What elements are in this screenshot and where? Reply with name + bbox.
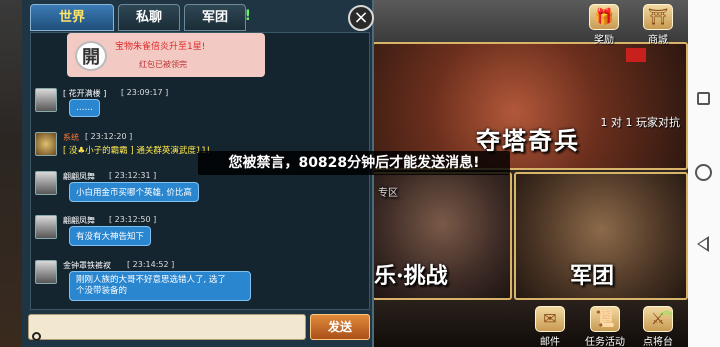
reward-button[interactable]: 🎁 奖励 (582, 4, 626, 46)
android-nav-bar (688, 0, 720, 347)
tab-legion-label: 军团 (201, 10, 228, 25)
back-icon[interactable] (697, 236, 709, 252)
task-label: 任务活动 (585, 337, 625, 347)
home-icon[interactable] (695, 164, 712, 181)
close-icon[interactable]: × (348, 5, 374, 31)
message-bubble: 刚刚人族的大哥不好意思选错人了, 选了 个没带装备的 (69, 271, 251, 301)
message-line1: 刚刚人族的大哥不好意思选错人了, 选了 (76, 275, 226, 285)
army-title: 军团 (570, 263, 615, 289)
sender-name[interactable]: [ 花开满楼 ] (63, 88, 106, 99)
notice-line1: 宝物朱雀倍炎升至1星! (115, 42, 206, 52)
mail-icon: ✉ (535, 306, 565, 332)
sender-name[interactable]: 金钟罩铁裤衩 (63, 260, 111, 271)
recents-icon[interactable] (697, 92, 710, 105)
mute-toast: 您被禁言，80828分钟后才能发送消息! (198, 151, 510, 175)
mail-button[interactable]: ✉ 邮件 (528, 306, 572, 347)
challenge-subtitle: 专区 (378, 188, 398, 199)
chat-tabs: 世界 私聊 军团 ! (30, 4, 251, 31)
general-label: 点将台 (643, 337, 673, 347)
shop-icon: ⛩ (643, 4, 673, 30)
avatar[interactable] (35, 215, 57, 239)
alert-icon: ! (244, 8, 251, 24)
sender-name[interactable]: 翩翩凤舞 (63, 171, 95, 182)
timestamp: [ 23:09:17 ] (121, 88, 169, 97)
send-button[interactable]: 发送 (310, 314, 370, 340)
timestamp: [ 23:12:31 ] (109, 171, 157, 180)
flag-decoration (626, 48, 646, 62)
system-notice: 開 宝物朱雀倍炎升至1星! 红包已被领完 (67, 33, 265, 77)
system-avatar (35, 132, 57, 156)
task-button[interactable]: 📜 任务活动 (580, 306, 630, 347)
tab-world[interactable]: 世界 (30, 4, 114, 31)
general-button[interactable]: ⚔ 点将台 (636, 306, 680, 347)
task-icon: 📜 (590, 306, 620, 332)
reward-label: 奖励 (594, 35, 614, 46)
shop-label: 商城 (648, 35, 668, 46)
message-bubble: 有没有大神告知下 (69, 226, 152, 246)
challenge-panel[interactable]: 专区 乐·挑战 (372, 172, 512, 300)
message-line2: 个没带装备的 (76, 286, 128, 296)
open-badge-icon: 開 (75, 41, 107, 71)
mail-label: 邮件 (540, 337, 560, 347)
cursor-icon (32, 332, 41, 341)
system-message: [ 没♣小子的霸霸 ] 通关群英演武度11! (63, 146, 211, 156)
shop-button[interactable]: ⛩ 商城 (636, 4, 680, 46)
tab-private[interactable]: 私聊 (118, 4, 180, 31)
avatar[interactable] (35, 88, 57, 112)
challenge-title: 乐·挑战 (374, 263, 448, 289)
timestamp: [ 23:12:20 ] (85, 132, 133, 141)
timestamp: [ 23:14:52 ] (127, 260, 175, 269)
message-bubble: …… (69, 99, 100, 117)
avatar[interactable] (35, 171, 57, 195)
expand-up-icon[interactable]: ︽ (660, 300, 673, 319)
army-panel[interactable]: 军团 (514, 172, 688, 300)
gift-icon: 🎁 (589, 4, 619, 30)
timestamp: [ 23:12:50 ] (109, 215, 157, 224)
chat-input[interactable] (28, 314, 306, 340)
sender-name: 系统 (63, 133, 79, 142)
tab-legion[interactable]: 军团 ! (184, 4, 251, 31)
notice-line2: 红包已被领完 (139, 60, 187, 69)
pvp-label: 1 对 1 玩家对抗 (600, 116, 681, 129)
avatar[interactable] (35, 260, 57, 284)
sender-name[interactable]: 翩翩凤舞 (63, 215, 95, 226)
message-bubble: 小白用金币买哪个英雄, 价比高 (69, 182, 199, 202)
